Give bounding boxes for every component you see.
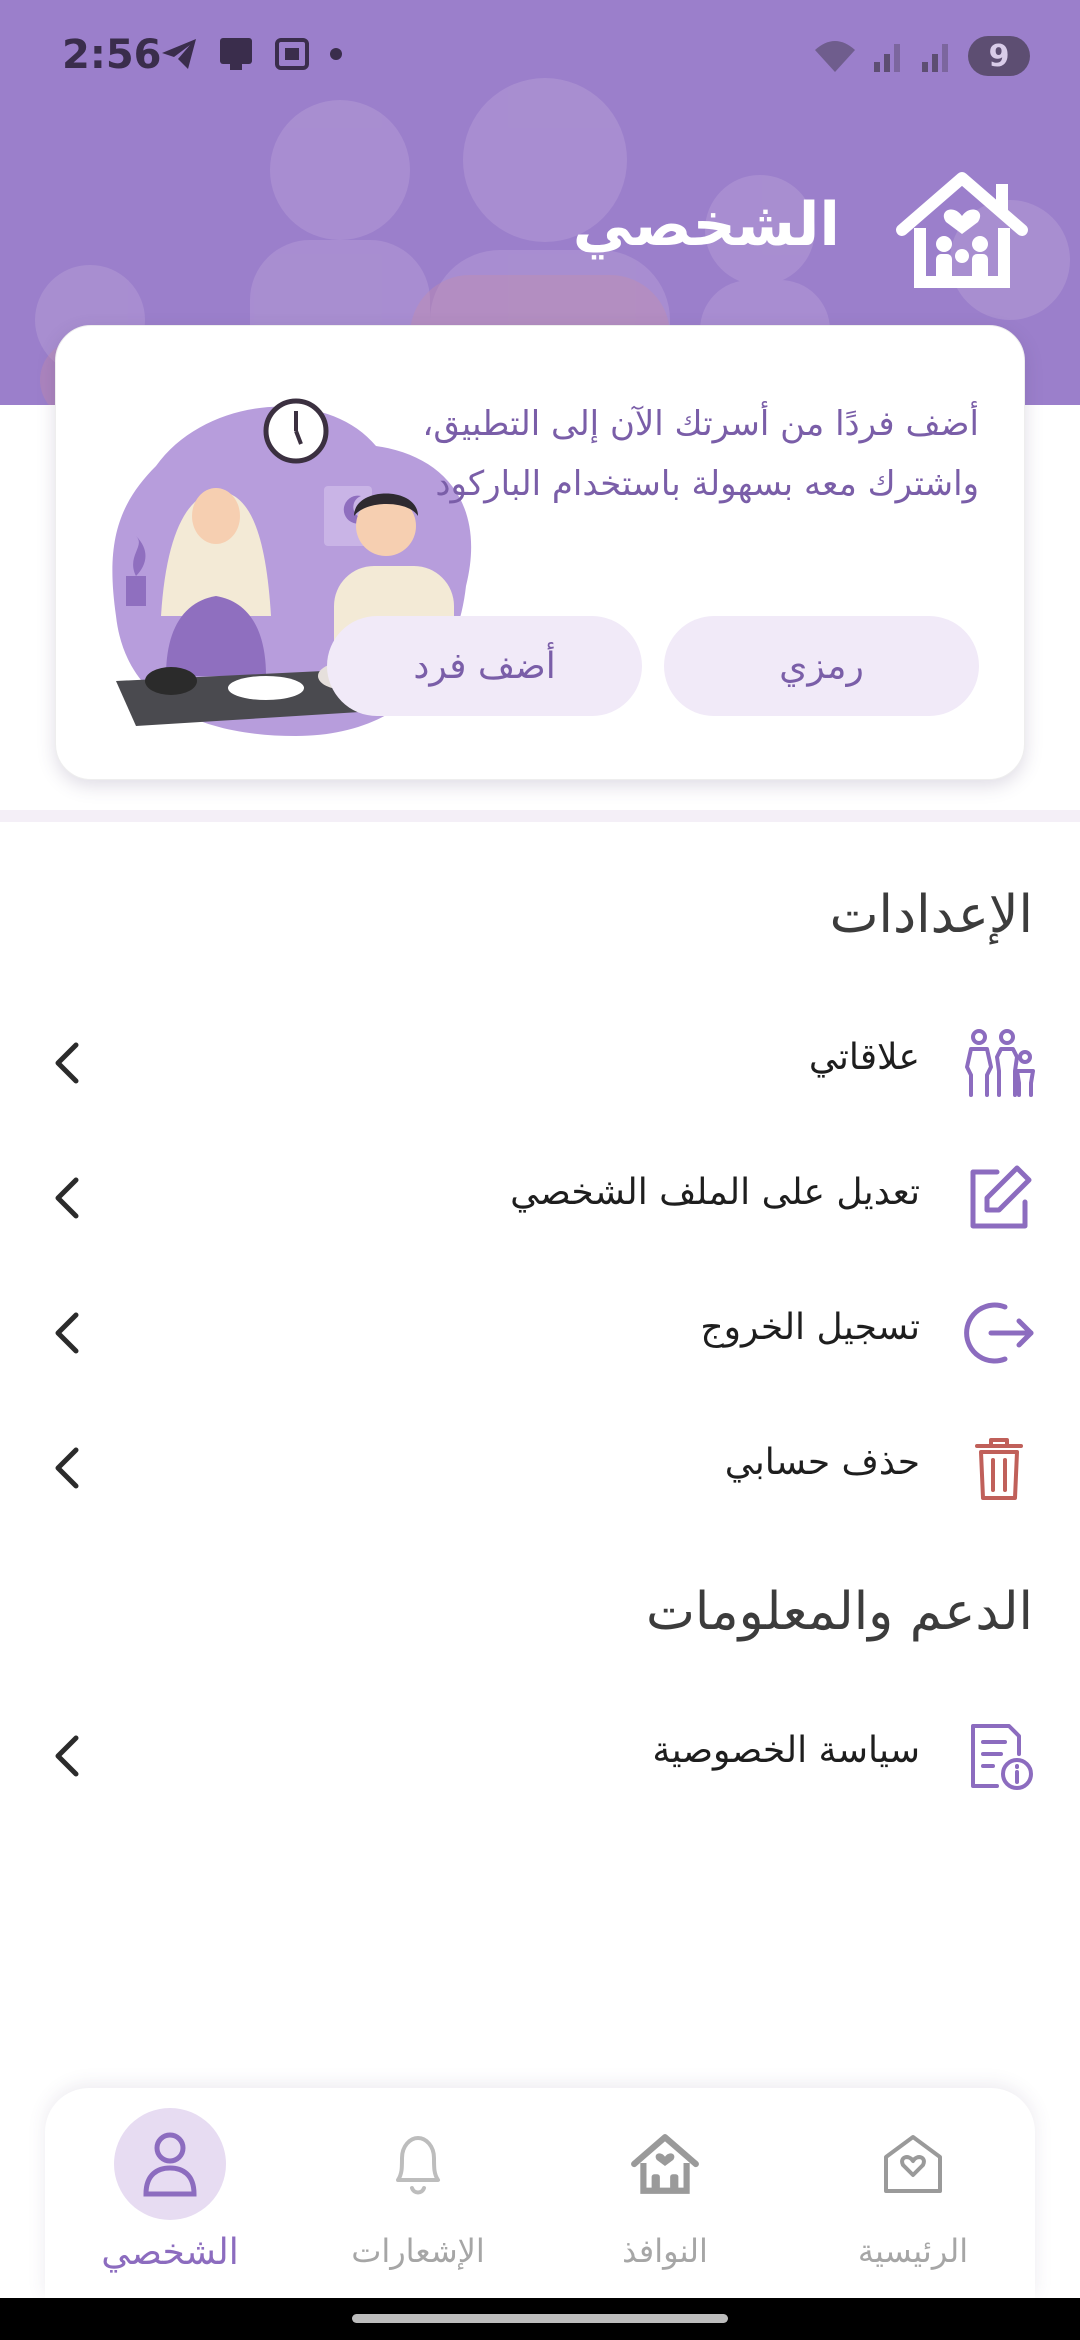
- add-member-description: أضف فردًا من أسرتك الآن إلى التطبيق، واش…: [422, 404, 979, 504]
- nav-tab-label: الإشعارات: [351, 2232, 485, 2270]
- gesture-handle[interactable]: [352, 2314, 728, 2323]
- telegram-icon: [162, 39, 196, 69]
- bottom-navigation: الشخصي الإشعارات النوافذ الرئيسية: [45, 2088, 1035, 2298]
- status-notification-icons: [160, 36, 344, 72]
- nav-icon-wrap: [609, 2108, 721, 2220]
- add-member-card: أضف فردًا من أسرتك الآن إلى التطبيق، واش…: [55, 325, 1025, 780]
- bell-icon: [396, 2136, 440, 2195]
- status-bar: 2:56 9: [0, 0, 1080, 115]
- chevron-left-icon: [55, 1177, 79, 1219]
- settings-item-label: تسجيل الخروج: [700, 1307, 920, 1348]
- nav-tab-windows[interactable]: النوافذ: [575, 2108, 755, 2288]
- nav-tab-notifications[interactable]: الإشعارات: [328, 2108, 508, 2288]
- page-title: الشخصي: [572, 190, 840, 260]
- screenshot-icon: [275, 38, 309, 70]
- logout-icon: [964, 1302, 1034, 1364]
- cast-icon: [220, 38, 252, 70]
- family-house-icon: [896, 172, 1028, 288]
- nav-tab-label: الرئيسية: [857, 2232, 969, 2270]
- settings-item-logout[interactable]: تسجيل الخروج: [0, 1277, 1080, 1387]
- settings-section-title: الإعدادات: [829, 885, 1033, 945]
- dot-icon: [330, 48, 342, 60]
- chevron-left-icon: [55, 1735, 79, 1777]
- wifi-icon: [815, 41, 855, 72]
- nav-icon-highlight: [114, 2108, 226, 2220]
- edit-icon: [970, 1165, 1032, 1229]
- status-time: 2:56: [62, 32, 162, 78]
- support-item-label: سياسة الخصوصية: [652, 1730, 920, 1771]
- signal-2-icon: [922, 44, 948, 72]
- nav-tab-profile[interactable]: الشخصي: [80, 2108, 260, 2288]
- person-icon: [143, 2132, 197, 2197]
- nav-tab-label: النوافذ: [622, 2232, 708, 2270]
- nav-tab-home[interactable]: الرئيسية: [823, 2108, 1003, 2288]
- status-system-icons: 9: [812, 36, 1030, 76]
- support-item-privacy-policy[interactable]: سياسة الخصوصية: [0, 1700, 1080, 1810]
- chevron-left-icon: [55, 1042, 79, 1084]
- battery-indicator: 9: [968, 36, 1030, 76]
- signal-icon: [874, 44, 900, 72]
- trash-icon: [975, 1438, 1023, 1500]
- settings-item-relations[interactable]: علاقاتي: [0, 1007, 1080, 1117]
- section-divider: [0, 810, 1080, 822]
- family-icon: [965, 1029, 1035, 1097]
- settings-item-label: تعديل على الملف الشخصي: [510, 1172, 920, 1213]
- add-member-button[interactable]: أضف فرد: [327, 616, 642, 716]
- settings-item-delete-account[interactable]: حذف حسابي: [0, 1412, 1080, 1522]
- chevron-left-icon: [55, 1312, 79, 1354]
- nav-icon-wrap: [857, 2108, 969, 2220]
- home-heart-icon: [884, 2135, 942, 2193]
- my-code-button[interactable]: رمزي: [664, 616, 979, 716]
- family-house-icon: [631, 2134, 699, 2194]
- support-section-title: الدعم والمعلومات: [645, 1582, 1033, 1642]
- settings-item-label: علاقاتي: [808, 1037, 920, 1078]
- settings-item-edit-profile[interactable]: تعديل على الملف الشخصي: [0, 1142, 1080, 1252]
- nav-tab-label: الشخصي: [101, 2232, 239, 2273]
- settings-item-label: حذف حسابي: [724, 1442, 920, 1483]
- chevron-left-icon: [55, 1447, 79, 1489]
- privacy-document-icon: [971, 1724, 1033, 1790]
- nav-icon-wrap: [362, 2108, 474, 2220]
